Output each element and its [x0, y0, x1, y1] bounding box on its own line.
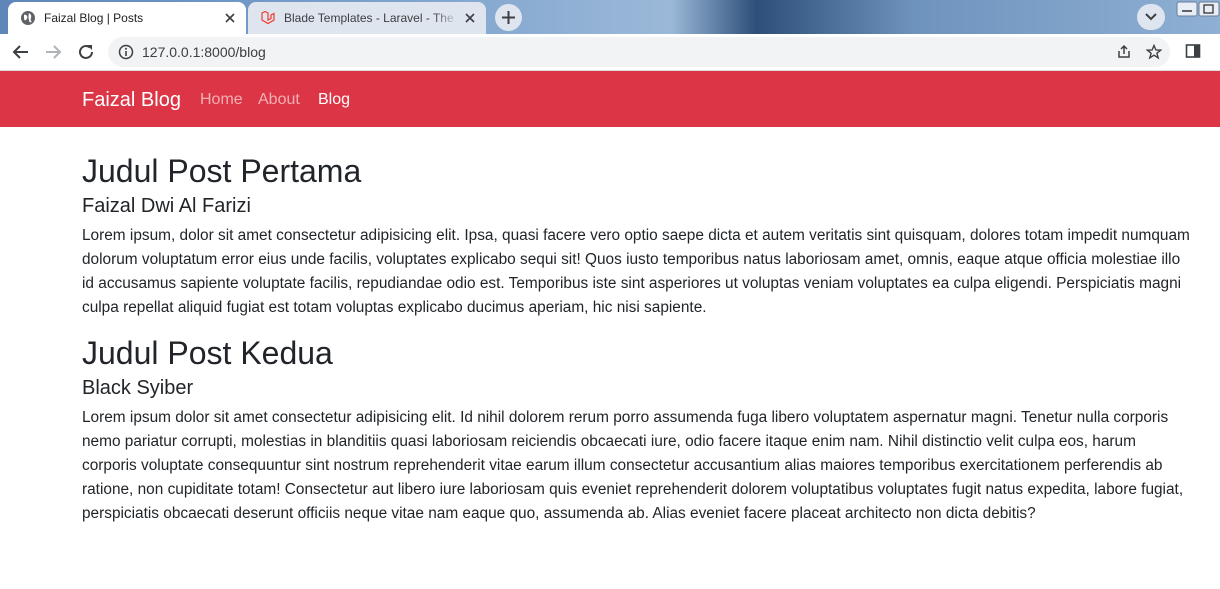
- site-navbar: Faizal Blog Home About Blog: [0, 71, 1220, 127]
- tab-blade-templates[interactable]: Blade Templates - Laravel - The PHP Fram…: [248, 2, 486, 34]
- navbar-brand[interactable]: Faizal Blog: [82, 87, 181, 113]
- url-text[interactable]: 127.0.0.1:8000/blog: [142, 44, 266, 60]
- post-title: Judul Post Kedua: [82, 335, 333, 371]
- globe-icon: [21, 11, 35, 25]
- tab-title: Blade Templates - Laravel - The PHP Fram…: [284, 11, 459, 25]
- tab-strip: Faizal Blog | Posts Blade Templates - La…: [0, 0, 1220, 34]
- forward-arrow-icon[interactable]: [43, 42, 63, 62]
- new-tab-button[interactable]: [495, 4, 522, 31]
- close-icon[interactable]: [462, 10, 478, 26]
- nav-link-home[interactable]: Home: [200, 90, 243, 110]
- post-author: Faizal Dwi Al Farizi: [82, 195, 251, 217]
- post-author: Black Syiber: [82, 377, 194, 399]
- info-icon[interactable]: [118, 44, 134, 60]
- plus-icon: [502, 11, 515, 24]
- side-panel-icon[interactable]: [1185, 43, 1201, 59]
- window-controls[interactable]: [1175, 0, 1220, 22]
- reload-icon[interactable]: [76, 42, 96, 62]
- tab-search-button[interactable]: [1137, 4, 1165, 30]
- post-body: Lorem ipsum, dolor sit amet consectetur …: [82, 227, 1190, 316]
- posts-container: Judul Post Pertama Faizal Dwi Al Farizi …: [82, 152, 1194, 540]
- tab-faizal-blog[interactable]: Faizal Blog | Posts: [8, 2, 246, 34]
- back-arrow-icon[interactable]: [11, 42, 31, 62]
- post-article: Judul Post Pertama Faizal Dwi Al Farizi …: [82, 152, 1194, 320]
- share-icon[interactable]: [1116, 44, 1132, 60]
- chevron-down-icon: [1145, 13, 1157, 21]
- post-title: Judul Post Pertama: [82, 153, 362, 189]
- close-icon[interactable]: [222, 10, 238, 26]
- laravel-icon: [261, 10, 275, 25]
- nav-link-blog[interactable]: Blog: [318, 90, 350, 110]
- nav-link-about[interactable]: About: [258, 90, 300, 110]
- bookmark-star-icon[interactable]: [1146, 44, 1162, 60]
- browser-toolbar: 127.0.0.1:8000/blog: [0, 34, 1220, 71]
- address-bar[interactable]: 127.0.0.1:8000/blog: [108, 37, 1170, 67]
- tab-title: Faizal Blog | Posts: [44, 11, 144, 25]
- post-body: Lorem ipsum dolor sit amet consectetur a…: [82, 409, 1184, 522]
- post-article: Judul Post Kedua Black Syiber Lorem ipsu…: [82, 334, 1194, 526]
